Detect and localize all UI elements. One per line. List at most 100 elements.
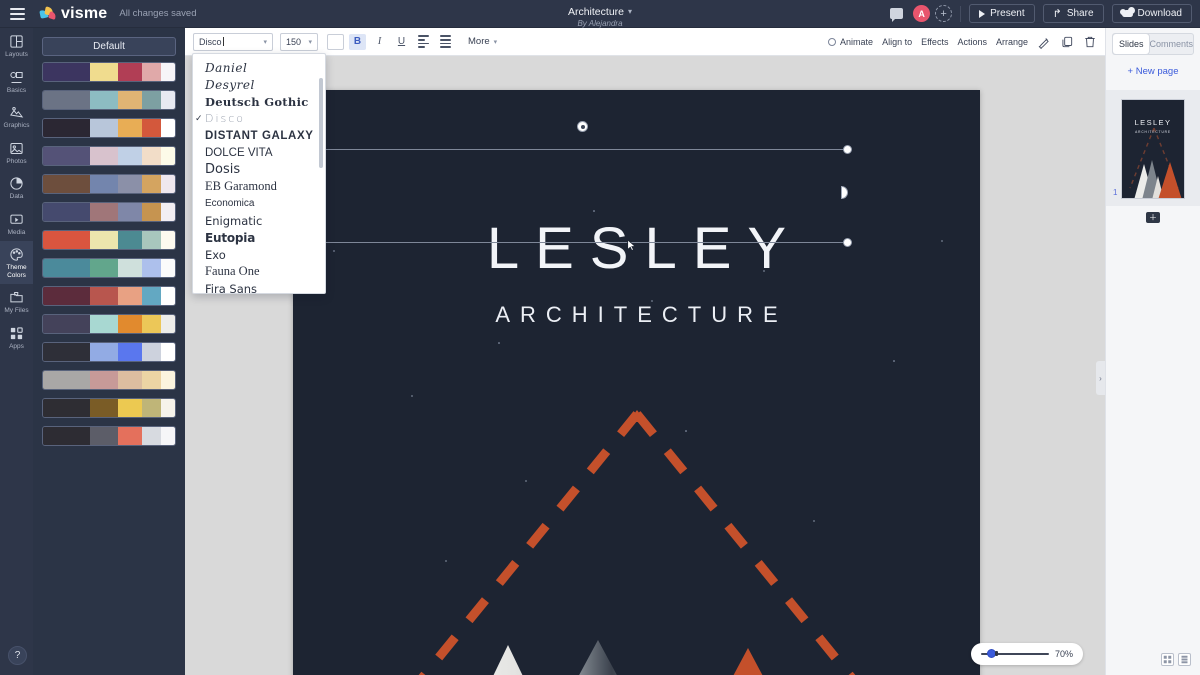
sidebar-label: My Files — [4, 307, 29, 314]
add-slide-icon[interactable]: ＋ — [1146, 212, 1160, 223]
font-option[interactable]: Exo — [193, 246, 325, 263]
zoom-slider-track[interactable] — [981, 649, 1049, 658]
sidebar-item-my-files[interactable]: My Files — [0, 284, 33, 320]
zoom-control[interactable]: 70% — [971, 643, 1083, 665]
chevron-down-icon: ▾ — [263, 38, 267, 46]
save-status: All changes saved — [119, 8, 197, 19]
animate-icon — [828, 37, 837, 46]
sidebar-item-data[interactable]: Data — [0, 170, 33, 206]
font-family-select[interactable]: Disco ▾ — [193, 32, 273, 51]
bold-button[interactable]: B — [349, 33, 366, 50]
palette-row[interactable] — [42, 398, 176, 418]
italic-button[interactable]: I — [371, 34, 388, 50]
brand-logo-group[interactable]: visme — [39, 5, 107, 23]
chevron-down-icon[interactable]: ▾ — [628, 7, 632, 16]
share-arrow-icon: ↱ — [1052, 8, 1062, 20]
dropdown-scrollbar[interactable] — [319, 78, 323, 168]
font-option[interactable]: EB Garamond — [193, 178, 325, 195]
default-theme-button[interactable]: Default — [42, 37, 176, 56]
brush-icon[interactable] — [1037, 35, 1051, 49]
help-button[interactable]: ? — [8, 646, 27, 665]
font-option[interactable]: Economica — [193, 195, 325, 212]
sidebar-item-theme-colors[interactable]: Theme Colors — [0, 241, 33, 284]
palette-row[interactable] — [42, 62, 176, 82]
sidebar-item-layouts[interactable]: Layouts — [0, 28, 33, 64]
palette-row[interactable] — [42, 426, 176, 446]
font-option[interactable]: Deutsch Gothic — [193, 93, 325, 110]
font-option[interactable]: Fauna One — [193, 263, 325, 280]
present-button[interactable]: Present — [969, 4, 1035, 23]
document-title[interactable]: Architecture ▾ — [568, 6, 632, 18]
palette-row[interactable] — [42, 90, 176, 110]
rotate-handle[interactable] — [577, 121, 588, 132]
palette-swatch — [142, 343, 161, 361]
bullet-list-icon[interactable] — [437, 34, 454, 50]
palette-row[interactable] — [42, 146, 176, 166]
font-option[interactable]: DOLCE VITA — [193, 144, 325, 161]
actions-button[interactable]: Actions — [957, 37, 987, 47]
resize-handle-right[interactable] — [841, 186, 848, 199]
theme-colors-icon — [9, 247, 25, 262]
font-family-dropdown[interactable]: Daniel Desyrel Deutsch Gothic ✓ Disco DISTANT… — [192, 53, 326, 294]
sidebar-item-graphics[interactable]: Graphics — [0, 99, 33, 135]
font-option[interactable]: Eutopia — [193, 229, 325, 246]
canvas-subtitle[interactable]: ARCHITECTURE — [293, 302, 980, 328]
palette-row[interactable] — [42, 202, 176, 222]
mountains-illustration — [293, 570, 980, 675]
font-option[interactable]: Enigmatic — [193, 212, 325, 229]
sidebar-item-apps[interactable]: Apps — [0, 320, 33, 356]
font-option[interactable]: Desyrel — [193, 76, 325, 93]
font-size-select[interactable]: 150 ▾ — [280, 32, 318, 51]
palette-row[interactable] — [42, 118, 176, 138]
palette-swatch — [160, 371, 175, 389]
align-to-button[interactable]: Align to — [882, 37, 912, 47]
align-left-icon[interactable] — [415, 34, 432, 50]
palette-row[interactable] — [42, 314, 176, 334]
comments-icon[interactable] — [887, 5, 905, 23]
slides-panel: Slides Comments + New page LESLEY ARCHIT… — [1105, 28, 1200, 675]
palette-row[interactable] — [42, 174, 176, 194]
avatar[interactable]: A — [913, 5, 931, 22]
slide-thumbnail-item[interactable]: LESLEY ARCHITECTURE 1 — [1106, 90, 1200, 206]
palette-row[interactable] — [42, 286, 176, 306]
underline-button[interactable]: U — [393, 34, 410, 50]
duplicate-icon[interactable] — [1060, 35, 1074, 49]
basics-icon — [9, 70, 25, 85]
font-option[interactable]: ✓ Disco — [193, 110, 325, 127]
palette-swatch — [118, 63, 142, 81]
download-button[interactable]: Download — [1111, 4, 1192, 23]
sidebar-label: Layouts — [5, 51, 28, 58]
font-option[interactable]: Daniel — [193, 59, 325, 76]
new-page-button[interactable]: + New page — [1106, 66, 1200, 77]
animate-button[interactable]: Animate — [828, 37, 873, 47]
tab-slides[interactable]: Slides — [1113, 34, 1150, 54]
effects-button[interactable]: Effects — [921, 37, 948, 47]
list-view-icon[interactable] — [1178, 653, 1191, 666]
visme-editor: visme All changes saved Architecture ▾ By… — [0, 0, 1200, 675]
font-option-label: Fira Sans — [205, 281, 258, 294]
palette-row[interactable] — [42, 258, 176, 278]
font-option[interactable]: Fira Sans — [193, 280, 325, 294]
panel-collapse-toggle[interactable]: › — [1096, 361, 1105, 395]
add-collaborator-icon[interactable]: + — [935, 5, 953, 22]
more-button[interactable]: More ▾ — [468, 36, 497, 47]
palette-row[interactable] — [42, 230, 176, 250]
font-option[interactable]: Dosis — [193, 161, 325, 178]
sidebar-item-photos[interactable]: Photos — [0, 135, 33, 171]
tab-comments[interactable]: Comments — [1149, 34, 1193, 54]
share-button[interactable]: ↱ Share — [1042, 4, 1104, 23]
trash-icon[interactable] — [1083, 35, 1097, 49]
palette-row[interactable] — [42, 370, 176, 390]
font-option[interactable]: DISTANT GALAXY — [193, 127, 325, 144]
sidebar-item-basics[interactable]: Basics — [0, 64, 33, 100]
slide-thumbnail[interactable]: LESLEY ARCHITECTURE — [1121, 99, 1185, 199]
grid-view-icon[interactable] — [1161, 653, 1174, 666]
sidebar-item-media[interactable]: Media — [0, 206, 33, 242]
palette-row[interactable] — [42, 342, 176, 362]
menu-icon[interactable] — [0, 7, 34, 20]
arrange-button[interactable]: Arrange — [996, 37, 1028, 47]
text-color-swatch[interactable] — [327, 33, 344, 50]
resize-handle-br[interactable] — [843, 238, 852, 247]
resize-handle-tr[interactable] — [843, 145, 852, 154]
palette-swatch — [90, 371, 119, 389]
